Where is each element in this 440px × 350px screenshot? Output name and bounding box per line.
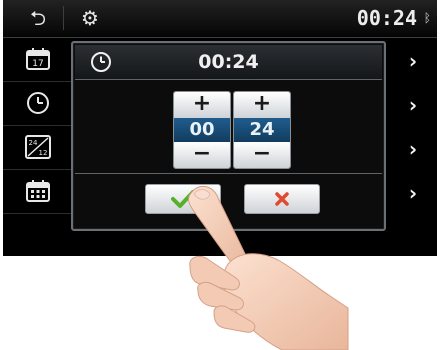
svg-text:24: 24: [29, 139, 38, 147]
clock-display: 00:24: [356, 6, 417, 30]
hours-spinner: + 00 −: [173, 91, 231, 169]
chevron-right-icon[interactable]: ›: [403, 183, 423, 203]
minutes-decrease-button[interactable]: −: [234, 142, 290, 168]
chevron-right-icon[interactable]: ›: [403, 139, 423, 159]
calendar-date-label: 17: [32, 59, 43, 69]
hours-decrease-button[interactable]: −: [174, 142, 230, 168]
sidebar-item-date[interactable]: 17: [3, 37, 73, 82]
svg-text:12: 12: [39, 149, 48, 157]
hours-increase-button[interactable]: +: [174, 92, 230, 118]
bluetooth-icon: ᛒ: [423, 11, 431, 25]
sidebar: 17 24 12: [3, 37, 73, 256]
sidebar-item-calendar[interactable]: [3, 169, 73, 214]
calendar-icon: [26, 180, 50, 202]
dialog-header: 00:24: [75, 45, 382, 80]
minutes-increase-button[interactable]: +: [234, 92, 290, 118]
minutes-spinner: + 24 −: [233, 91, 291, 169]
dialog-body: + 00 − + 24 −: [75, 81, 382, 174]
back-button[interactable]: ⮌: [13, 6, 64, 30]
chevron-right-icon[interactable]: ›: [403, 95, 423, 115]
gear-icon: ⚙: [81, 6, 99, 30]
right-arrows: › › › ›: [383, 37, 437, 256]
clock-icon: [27, 92, 49, 114]
minutes-value: 24: [234, 118, 290, 142]
sidebar-item-time-format[interactable]: 24 12: [3, 125, 73, 170]
settings-button[interactable]: ⚙: [81, 7, 103, 29]
sidebar-item-clock[interactable]: [3, 81, 73, 126]
top-bar: ⮌ ⚙ 00:24 ᛒ: [3, 0, 437, 38]
time-format-24-12-icon: 24 12: [25, 135, 51, 159]
chevron-right-icon[interactable]: ›: [403, 51, 423, 71]
calendar-date-icon: 17: [26, 48, 50, 70]
dialog-time-display: 00:24: [198, 51, 259, 73]
pointing-hand-illustration: [188, 185, 349, 350]
hours-value: 00: [174, 118, 230, 142]
back-arrow-icon: ⮌: [29, 6, 47, 30]
